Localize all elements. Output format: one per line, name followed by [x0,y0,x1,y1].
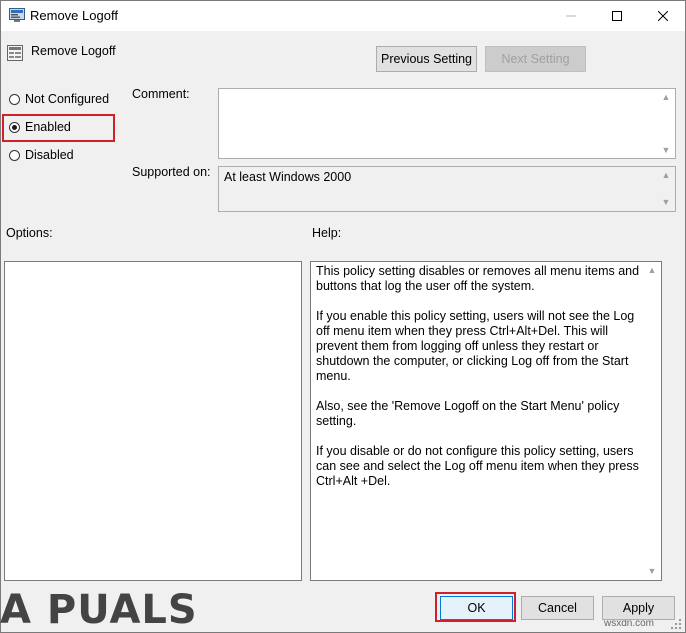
help-paragraph: Also, see the 'Remove Logoff on the Star… [316,399,620,428]
radio-label: Disabled [25,148,74,162]
cancel-button[interactable]: Cancel [521,596,594,620]
help-text: This policy setting disables or removes … [316,264,646,504]
supported-on-label: Supported on: [132,165,211,179]
minimize-icon [566,15,576,17]
appuals-watermark: A PUALS [0,587,198,633]
minimize-button[interactable] [548,1,594,31]
resize-grip-icon[interactable] [670,618,682,630]
help-paragraph: If you disable or do not configure this … [316,444,639,488]
supported-scrollbar[interactable]: ▲ ▼ [658,167,675,211]
radio-not-configured[interactable]: Not Configured [9,92,109,106]
comment-textarea[interactable]: ▲ ▼ [218,88,676,159]
options-label: Options: [6,226,53,240]
maximize-icon [612,11,622,21]
apply-button[interactable]: Apply [602,596,675,620]
scroll-down-icon[interactable]: ▼ [661,145,671,155]
ok-button[interactable]: OK [440,596,513,620]
scroll-up-icon[interactable]: ▲ [661,92,671,102]
close-button[interactable] [640,1,686,31]
scroll-down-icon[interactable]: ▼ [647,566,657,576]
maximize-button[interactable] [594,1,640,31]
radio-label: Enabled [25,120,71,134]
scroll-down-icon[interactable]: ▼ [661,197,671,207]
next-setting-button[interactable]: Next Setting [485,46,586,72]
radio-enabled[interactable]: Enabled [9,120,71,134]
scroll-up-icon[interactable]: ▲ [661,170,671,180]
close-icon [658,11,668,21]
supported-on-value: At least Windows 2000 [224,170,352,184]
radio-disabled[interactable]: Disabled [9,148,74,162]
window-title: Remove Logoff [30,8,118,23]
help-scrollbar[interactable]: ▲ ▼ [644,262,661,580]
radio-circle[interactable] [9,93,20,105]
scroll-up-icon[interactable]: ▲ [647,265,657,275]
comment-label: Comment: [132,87,190,101]
help-paragraph: This policy setting disables or removes … [316,264,640,293]
help-label: Help: [312,226,342,240]
comment-scrollbar[interactable]: ▲ ▼ [658,89,675,158]
previous-setting-button[interactable]: Previous Setting [376,46,477,72]
setting-name: Remove Logoff [31,44,116,58]
options-panel [4,261,302,581]
radio-circle[interactable] [9,149,20,161]
setting-icon [7,45,23,61]
help-paragraph: If you enable this policy setting, users… [316,309,635,383]
policy-editor-icon [9,8,25,22]
radio-label: Not Configured [25,92,110,106]
radio-circle-selected[interactable] [9,121,20,133]
